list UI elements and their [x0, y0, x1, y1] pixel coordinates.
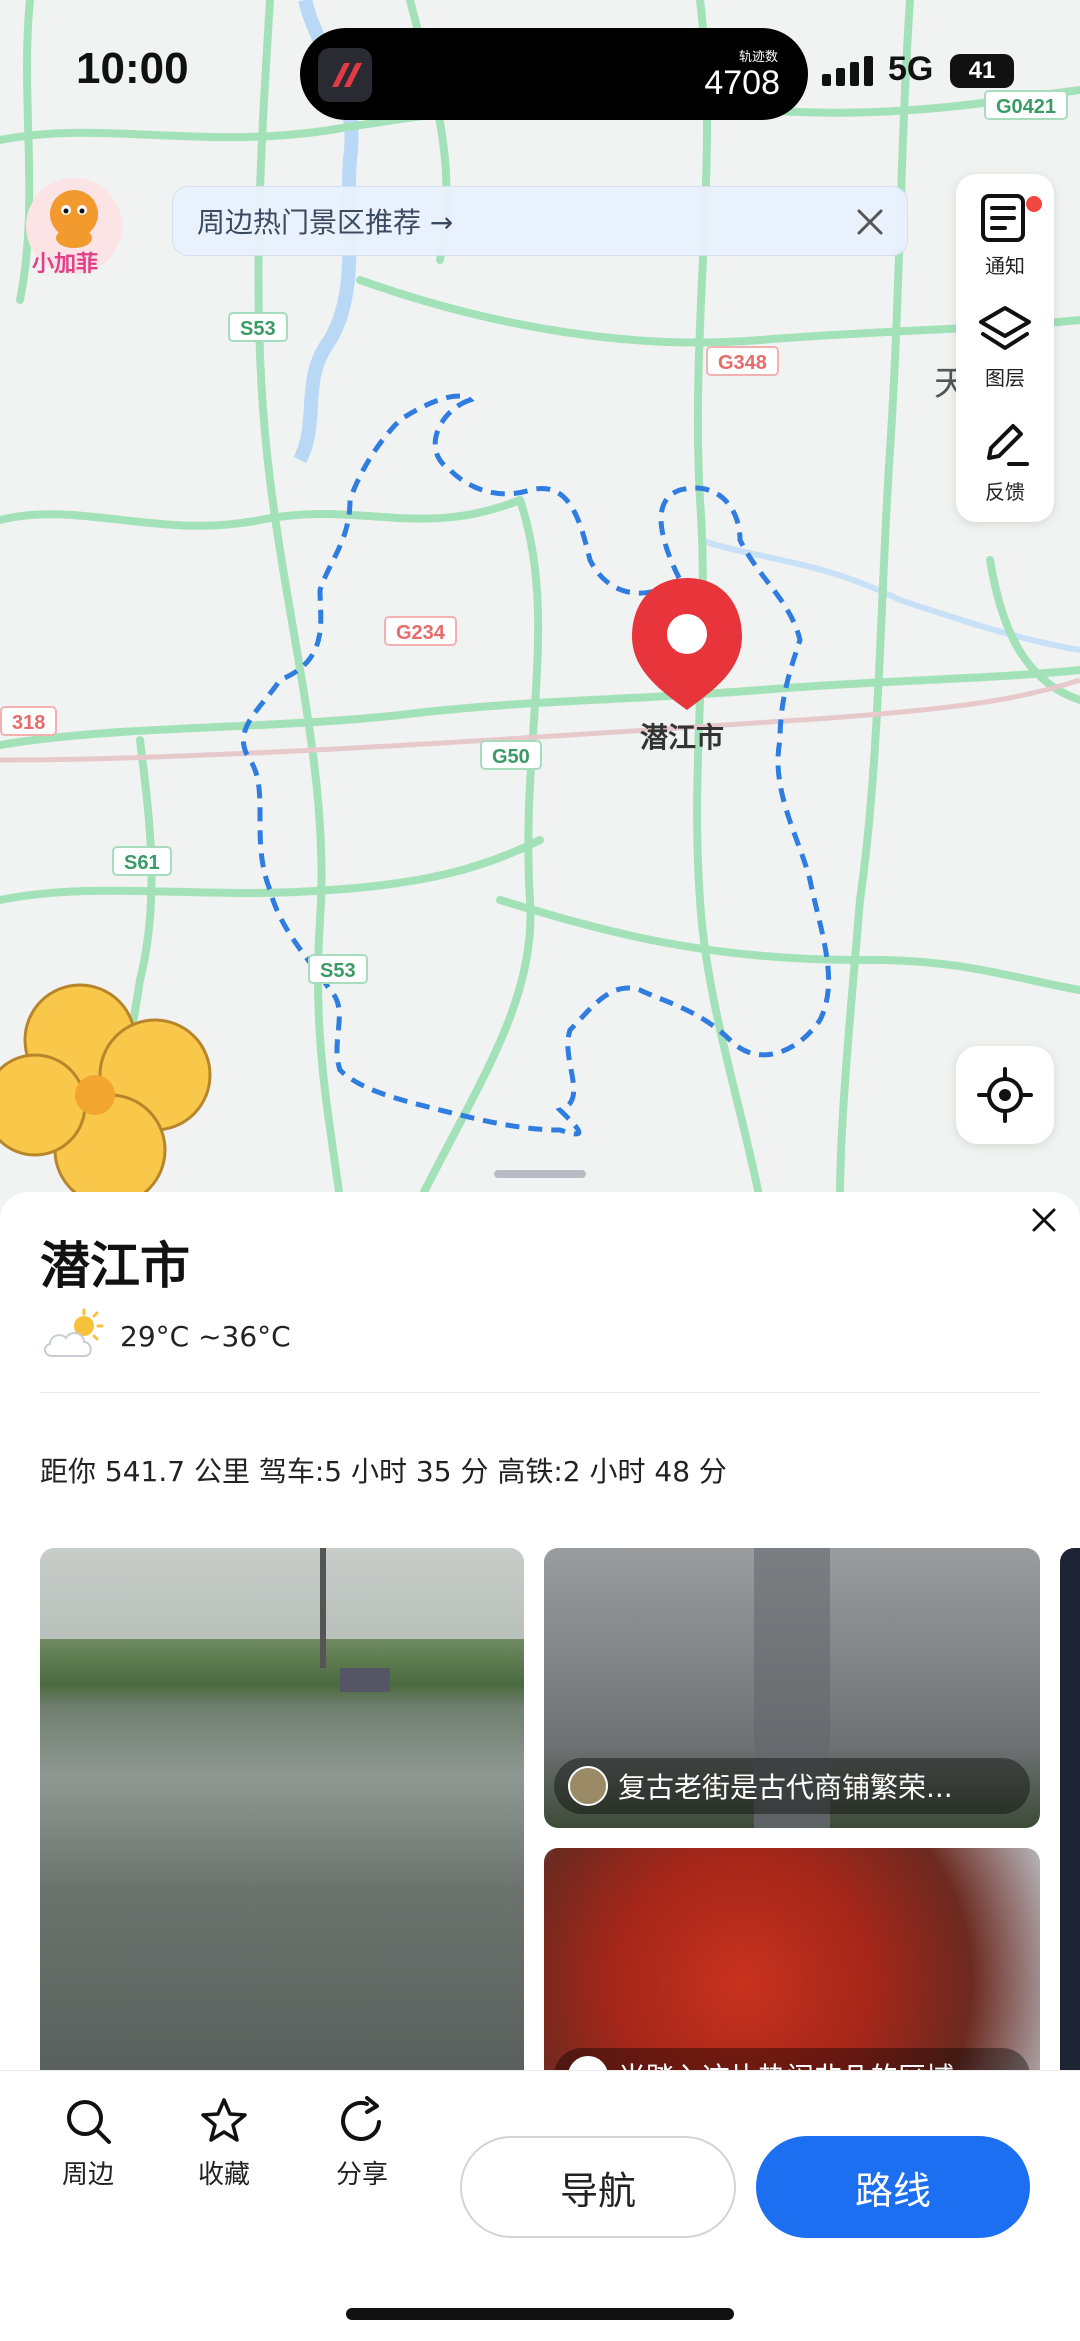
nearby-attractions-banner[interactable]: 周边热门景区推荐 → — [172, 186, 908, 256]
flower-sticker — [0, 983, 212, 1200]
favorite-button[interactable]: 收藏 — [174, 2096, 274, 2191]
banner-text: 周边热门景区推荐 → — [197, 206, 454, 239]
road-badge: S53 — [308, 954, 368, 984]
map-roads — [0, 0, 1080, 1200]
navigate-button[interactable]: 导航 — [460, 2136, 736, 2238]
map-pin-label: 潜江市 — [640, 721, 725, 754]
road-badge: G348 — [706, 346, 779, 376]
tool-label: 图层 — [985, 365, 1025, 390]
status-time: 10:00 — [76, 44, 189, 93]
close-icon[interactable] — [1028, 1204, 1060, 1236]
divider — [40, 1392, 1040, 1393]
action-label: 收藏 — [197, 2160, 250, 2190]
feedback-icon — [987, 423, 1029, 466]
road-badge: G0421 — [984, 90, 1069, 120]
locate-me-button[interactable] — [956, 1046, 1054, 1144]
map-tools-panel: 通知 图层 反馈 — [956, 174, 1054, 522]
app-logo-icon — [318, 48, 372, 102]
caption-text: 复古老街是古代商铺繁荣... — [618, 1771, 953, 1804]
share-icon — [341, 2096, 381, 2141]
map-view[interactable]: G0421 S53 G348 G234 G50 S61 S53 318 天 潜江… — [0, 0, 1080, 1200]
tool-feedback[interactable]: 反馈 — [956, 406, 1054, 516]
action-label: 分享 — [335, 2160, 388, 2190]
tool-label: 通知 — [985, 253, 1025, 278]
photo-next[interactable] — [1060, 1548, 1080, 2118]
tool-label: 反馈 — [985, 479, 1025, 504]
photo-memorial[interactable]: 复古老街是古代商铺繁荣... — [544, 1548, 1040, 1828]
weather: 29°C ~36°C — [40, 1308, 291, 1364]
sheet-drag-handle[interactable] — [494, 1170, 586, 1178]
track-count: 4708 — [704, 64, 780, 102]
road-badge: 318 — [0, 706, 58, 736]
notification-dot — [1026, 196, 1042, 212]
road-badge: G234 — [384, 616, 457, 646]
action-label: 周边 — [61, 2160, 114, 2190]
mascot-avatar[interactable]: 小加菲 — [24, 176, 124, 277]
photo-lake[interactable] — [40, 1548, 524, 2118]
mascot-label: 小加菲 — [32, 252, 99, 277]
search-icon — [67, 2100, 111, 2144]
distance-info: 距你 541.7 公里 驾车:5 小时 35 分 高铁:2 小时 48 分 — [40, 1455, 727, 1488]
tool-layers[interactable]: 图层 — [956, 292, 1054, 402]
star-icon — [201, 2098, 247, 2142]
network-type: 5G — [888, 50, 934, 88]
track-count-caption: 轨迹数 — [738, 50, 778, 65]
place-title: 潜江市 — [40, 1237, 190, 1295]
road-badge: G50 — [480, 740, 542, 770]
avatar — [568, 1766, 608, 1806]
partly-cloudy-icon — [44, 1308, 104, 1357]
notification-icon — [981, 193, 1025, 242]
weather-text: 29°C ~36°C — [120, 1319, 291, 1353]
nearby-button[interactable]: 周边 — [38, 2096, 138, 2191]
share-button[interactable]: 分享 — [312, 2096, 412, 2191]
crosshair-icon — [977, 1067, 1033, 1123]
road-badge: S53 — [228, 312, 288, 342]
tool-notification[interactable]: 通知 — [956, 180, 1054, 290]
road-badge: S61 — [112, 846, 172, 876]
photo-caption: 复古老街是古代商铺繁荣... — [554, 1758, 1030, 1814]
dynamic-island[interactable]: 轨迹数 4708 — [300, 28, 808, 120]
route-button[interactable]: 路线 — [756, 2136, 1030, 2238]
battery-icon: 41 — [950, 54, 1014, 88]
signal-icon — [822, 56, 876, 90]
layers-icon — [979, 305, 1031, 350]
close-icon[interactable] — [853, 205, 887, 239]
home-indicator[interactable] — [346, 2308, 734, 2320]
